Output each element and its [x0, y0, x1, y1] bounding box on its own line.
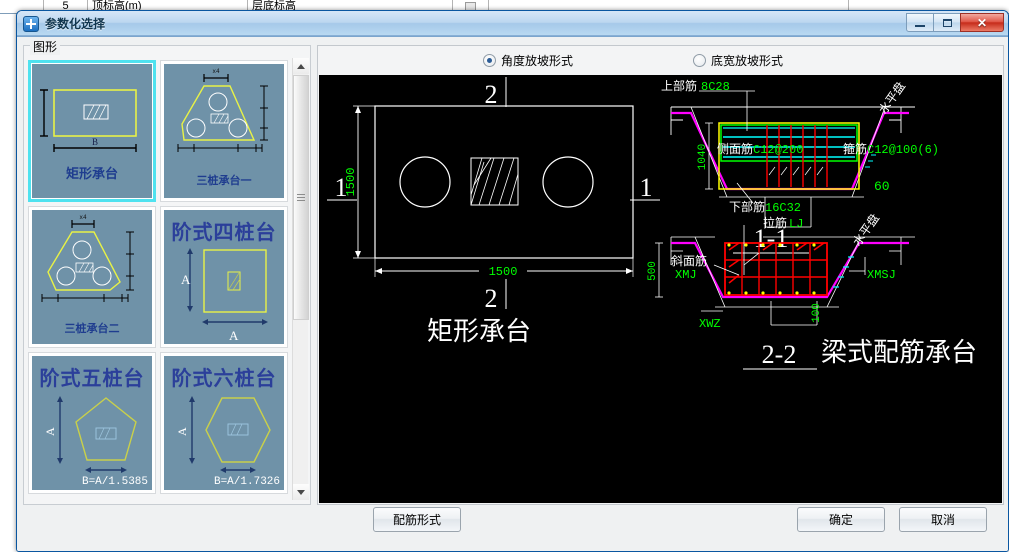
- label-slope-face-code: XMSJ: [867, 268, 896, 282]
- chevron-up-icon: [297, 63, 305, 69]
- chevron-down-icon: [297, 489, 305, 495]
- shape-thumb-canvas: 阶式五桩台 A B=A/1.5385: [32, 356, 152, 490]
- plan-title: 矩形承台: [427, 317, 531, 346]
- shape-thumb-canvas: 阶式四桩台 A A: [164, 210, 284, 344]
- shape-group-box: 图形 B 矩形承台 x4 三桩承台一 x4 三桩承台二 阶式四桩台 A A 阶式…: [23, 38, 311, 505]
- radio-bottom-width-slope[interactable]: 底宽放坡形式: [693, 52, 783, 69]
- shape-thumb-formula: B=A/1.7326: [213, 476, 280, 488]
- dialog-title: 参数化选择: [45, 17, 106, 31]
- shape-thumb-canvas: x4: [164, 64, 284, 198]
- maximize-icon: [942, 18, 952, 27]
- scroll-up-button[interactable]: [293, 58, 309, 74]
- section-mark-1-right: 1: [640, 173, 653, 202]
- svg-text:A: A: [43, 427, 57, 436]
- label-section-2-bottom-dim: 100: [811, 303, 823, 323]
- label-section-height: 1040: [697, 144, 709, 170]
- shape-thumb-rectangular-cap[interactable]: B 矩形承台: [28, 60, 156, 202]
- label-slope-bar: 斜面筋: [671, 253, 707, 268]
- cancel-button[interactable]: 取消: [899, 507, 987, 532]
- rebar-form-button[interactable]: 配筋形式: [373, 507, 461, 532]
- label-side-bar: 侧面筋: [717, 141, 753, 156]
- section-2-2-name: 梁式配筋承台: [821, 338, 977, 367]
- ok-button[interactable]: 确定: [797, 507, 885, 532]
- radio-selected-icon: [483, 53, 496, 67]
- shape-thumb-stepped-four-pile-cap[interactable]: 阶式四桩台 A A: [160, 206, 288, 348]
- label-tie-bar-code: LJ: [789, 217, 803, 231]
- plan-view: 1500 1500 1 1 2 2 矩形承台: [327, 77, 660, 346]
- radio-bottom-width-slope-label: 底宽放坡形式: [711, 53, 784, 68]
- svg-text:x4: x4: [212, 68, 220, 75]
- section-mark-2-bottom: 2: [485, 284, 498, 313]
- scrollbar-grip-icon: [297, 192, 305, 203]
- shape-list-scrollbar[interactable]: [292, 58, 309, 500]
- plan-width-dimension: 1500: [489, 265, 518, 279]
- stepped-four-pile-drawing: A A: [181, 248, 268, 343]
- stepped-five-pile-drawing: A: [43, 396, 137, 473]
- dialog-body: 图形 B 矩形承台 x4 三桩承台一 x4 三桩承台二 阶式四桩台 A A 阶式…: [17, 37, 1008, 551]
- svg-text:B: B: [92, 137, 98, 147]
- label-side-bar-spec: C12@200: [753, 143, 803, 157]
- label-outer-code: XWZ: [699, 317, 721, 331]
- stepped-six-pile-drawing: A: [175, 396, 271, 473]
- minimize-icon: [915, 24, 925, 27]
- label-top-bar: 上部筋: [661, 78, 697, 93]
- label-stirrup: 箍筋: [843, 141, 867, 156]
- shape-thumb-stepped-five-pile-cap[interactable]: 阶式五桩台 A B=A/1.5385: [28, 352, 156, 494]
- slope-form-radio-group: 角度放坡形式 底宽放坡形式: [318, 46, 1003, 74]
- shape-thumb-label: 三桩承台一: [196, 175, 252, 187]
- scroll-down-button[interactable]: [293, 484, 309, 500]
- close-icon: ✕: [976, 15, 988, 30]
- svg-text:A: A: [175, 427, 189, 436]
- radio-angle-slope-label: 角度放坡形式: [501, 53, 574, 68]
- dialog-titlebar[interactable]: 参数化选择 ✕: [17, 11, 1008, 37]
- label-bottom-bar: 下部筋: [729, 199, 765, 214]
- svg-text:A: A: [229, 328, 239, 343]
- shape-thumb-label: 矩形承台: [65, 166, 118, 181]
- preview-panel: 角度放坡形式 底宽放坡形式 1500 1500 1 1 2 2 矩形承台 上部筋…: [317, 45, 1004, 505]
- shape-thumbnail-list[interactable]: B 矩形承台 x4 三桩承台一 x4 三桩承台二 阶式四桩台 A A 阶式五桩台…: [26, 58, 294, 500]
- shape-thumb-canvas: 阶式六桩台 A B=A/1.7326: [164, 356, 284, 490]
- label-top-bar-spec: 8C28: [701, 80, 730, 94]
- label-tie-bar: 拉筋: [763, 215, 787, 230]
- shape-thumb-formula: B=A/1.5385: [81, 476, 148, 488]
- cad-preview-canvas[interactable]: 1500 1500 1 1 2 2 矩形承台 上部筋 8C28 侧面筋 C12@…: [319, 75, 1002, 503]
- label-bottom-bar-spec: 16C32: [765, 201, 801, 215]
- radio-angle-slope[interactable]: 角度放坡形式: [483, 52, 573, 69]
- shape-group-caption: 图形: [30, 38, 61, 55]
- pile-cap-drawing: 1500 1500 1 1 2 2 矩形承台 上部筋 8C28 侧面筋 C12@…: [327, 77, 977, 370]
- shape-thumb-three-pile-cap-1[interactable]: x4 三桩承台一: [160, 60, 288, 202]
- section-2-2-title: 2-2: [762, 340, 797, 369]
- svg-text:x4: x4: [79, 214, 87, 221]
- shape-thumb-three-pile-cap-2[interactable]: x4 三桩承台二: [28, 206, 156, 348]
- section-mark-1-left: 1: [335, 173, 348, 202]
- parametric-selection-dialog: 参数化选择 ✕ 图形 B 矩形承台 x4 三桩承台一 x4 三桩承台二 阶式四桩…: [16, 10, 1009, 552]
- label-slope-angle: 60: [874, 179, 890, 194]
- dialog-button-bar: 配筋形式 确定 取消: [17, 499, 1008, 547]
- minimize-button[interactable]: [906, 13, 934, 32]
- close-button[interactable]: ✕: [960, 13, 1004, 32]
- shape-thumb-label: 三桩承台二: [64, 323, 120, 335]
- label-section-2-height: 500: [647, 261, 659, 281]
- shape-thumb-canvas: B 矩形承台: [32, 64, 152, 198]
- shape-thumb-stepped-six-pile-cap[interactable]: 阶式六桩台 A B=A/1.7326: [160, 352, 288, 494]
- label-stirrup-spec: C12@100(6): [867, 143, 939, 157]
- scrollbar-thumb[interactable]: [293, 75, 309, 320]
- shape-thumb-canvas: x4: [32, 210, 152, 344]
- label-slope-bar-code: XMJ: [675, 268, 697, 282]
- section-mark-2-top: 2: [485, 80, 498, 109]
- label-slope-text-1: 水平盘: [875, 79, 908, 117]
- radio-unselected-icon: [693, 53, 707, 67]
- plus-node-icon: [23, 15, 39, 32]
- maximize-button[interactable]: [933, 13, 961, 32]
- svg-text:A: A: [181, 272, 191, 287]
- section-2-2: 拉筋 LJ 斜面筋 XMJ XMSJ XWZ 500 100 水平盘 2-2 梁…: [647, 211, 977, 370]
- window-controls: ✕: [906, 13, 1004, 32]
